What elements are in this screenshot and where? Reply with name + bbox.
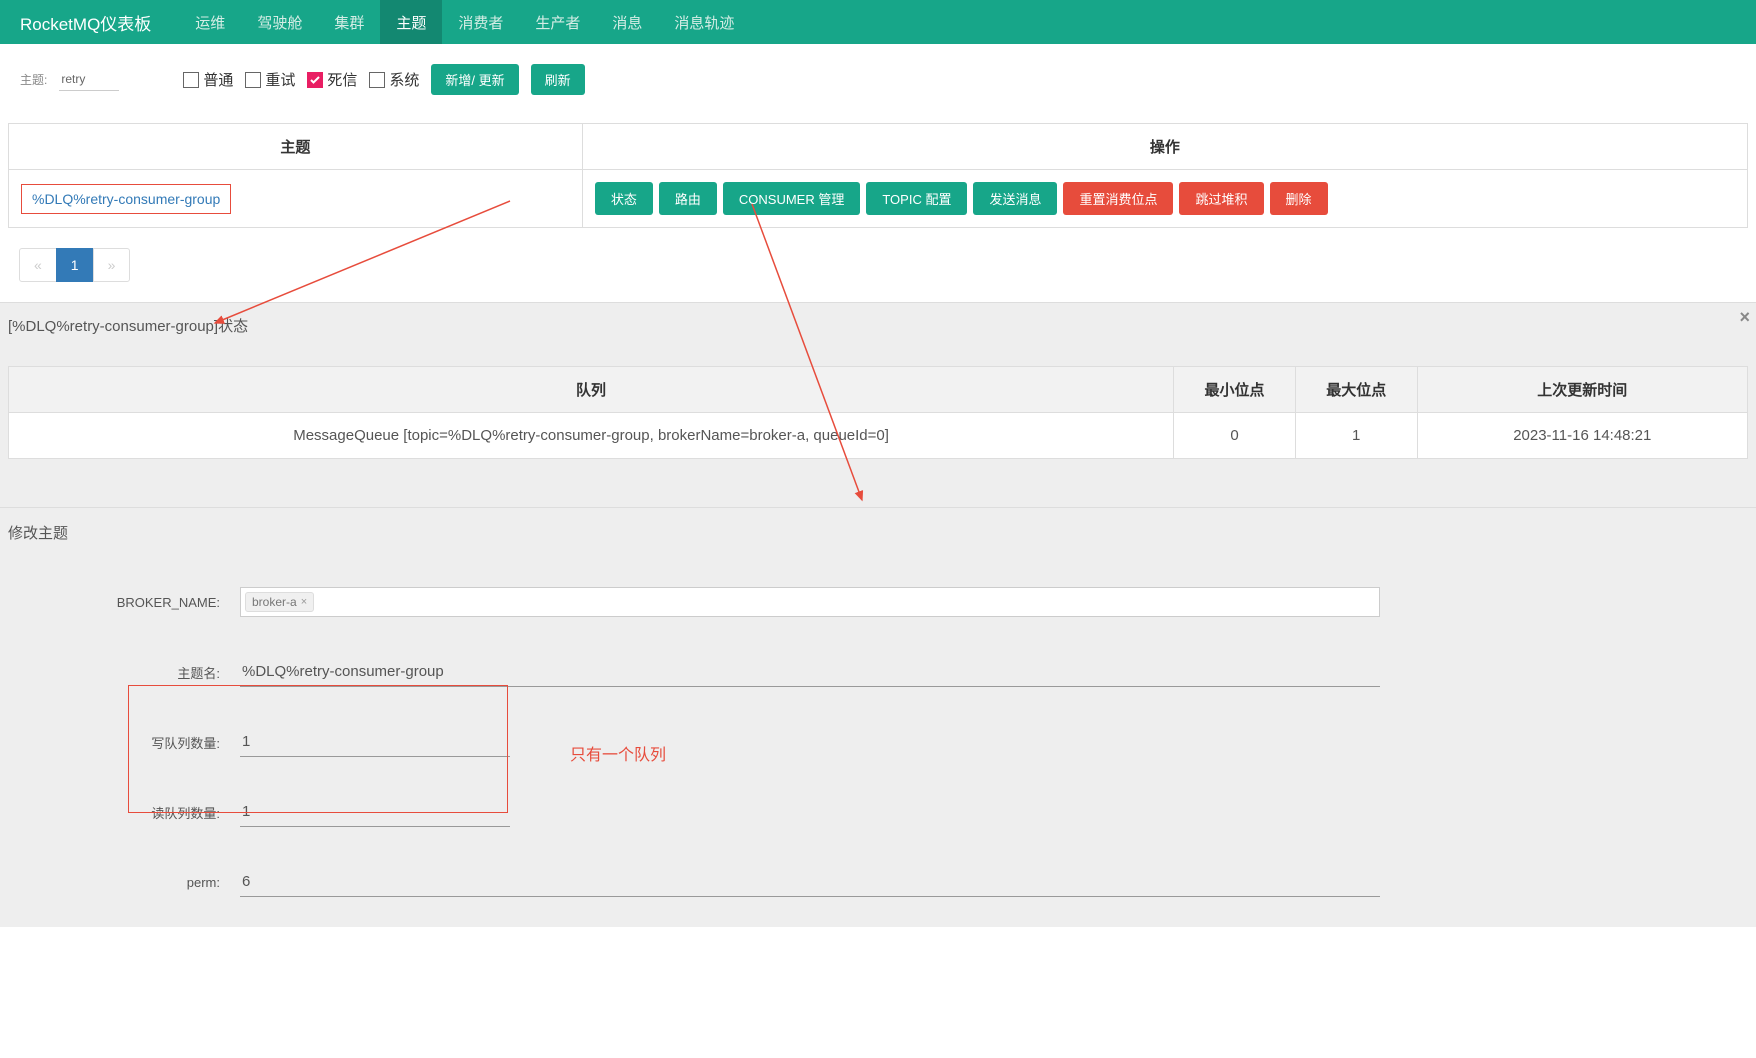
broker-name-label: BROKER_NAME: bbox=[20, 595, 240, 610]
checkbox-system[interactable]: 系统 bbox=[369, 69, 419, 90]
route-button[interactable]: 路由 bbox=[659, 182, 717, 215]
delete-button[interactable]: 删除 bbox=[1270, 182, 1328, 215]
checkbox-dlq[interactable]: 死信 bbox=[307, 69, 357, 90]
checkbox-icon bbox=[369, 72, 385, 88]
add-update-button[interactable]: 新增/ 更新 bbox=[431, 64, 518, 95]
chip-label: broker-a bbox=[252, 595, 297, 609]
broker-name-input[interactable]: broker-a × bbox=[240, 587, 1380, 617]
checkbox-icon bbox=[183, 72, 199, 88]
ops-buttons: 状态 路由 CONSUMER 管理 TOPIC 配置 发送消息 重置消费位点 跳… bbox=[595, 182, 1735, 215]
chip-close-icon[interactable]: × bbox=[301, 596, 307, 608]
nav-dashboard[interactable]: 驾驶舱 bbox=[241, 0, 318, 44]
perm-input[interactable] bbox=[240, 867, 1380, 897]
nav-ops[interactable]: 运维 bbox=[179, 0, 241, 44]
status-row: MessageQueue [topic=%DLQ%retry-consumer-… bbox=[9, 413, 1748, 459]
nav-message-trace[interactable]: 消息轨迹 bbox=[658, 0, 750, 44]
topic-name-label: 主题名: bbox=[20, 663, 240, 682]
col-max: 最大位点 bbox=[1295, 367, 1417, 413]
checkbox-label: 死信 bbox=[327, 69, 357, 90]
cell-queue: MessageQueue [topic=%DLQ%retry-consumer-… bbox=[9, 413, 1174, 459]
col-time: 上次更新时间 bbox=[1417, 367, 1747, 413]
cell-max: 1 bbox=[1295, 413, 1417, 459]
nav-cluster[interactable]: 集群 bbox=[318, 0, 380, 44]
navbar: RocketMQ仪表板 运维 驾驶舱 集群 主题 消费者 生产者 消息 消息轨迹 bbox=[0, 0, 1756, 44]
col-topic: 主题 bbox=[9, 124, 583, 170]
checkbox-icon bbox=[307, 72, 323, 88]
broker-chip: broker-a × bbox=[245, 592, 314, 612]
status-table: 队列 最小位点 最大位点 上次更新时间 MessageQueue [topic=… bbox=[8, 366, 1748, 459]
navbar-brand: RocketMQ仪表板 bbox=[12, 10, 159, 35]
col-ops: 操作 bbox=[582, 124, 1747, 170]
cell-time: 2023-11-16 14:48:21 bbox=[1417, 413, 1747, 459]
reset-offset-button[interactable]: 重置消费位点 bbox=[1063, 182, 1173, 215]
consumer-manage-button[interactable]: CONSUMER 管理 bbox=[723, 182, 860, 215]
annotation-box bbox=[128, 685, 508, 813]
refresh-button[interactable]: 刷新 bbox=[531, 64, 585, 95]
cell-min: 0 bbox=[1174, 413, 1296, 459]
skip-accumulate-button[interactable]: 跳过堆积 bbox=[1179, 182, 1263, 215]
filter-bar: 主题: 普通 重试 死信 系统 新增/ 更新 刷新 bbox=[0, 44, 1756, 105]
page-prev[interactable]: « bbox=[19, 248, 57, 282]
table-row: %DLQ%retry-consumer-group 状态 路由 CONSUMER… bbox=[9, 170, 1748, 228]
filter-label: 主题: bbox=[20, 71, 47, 88]
close-icon[interactable]: × bbox=[1739, 307, 1750, 328]
checkbox-icon bbox=[245, 72, 261, 88]
topic-table: 主题 操作 %DLQ%retry-consumer-group 状态 路由 CO… bbox=[8, 123, 1748, 228]
pagination: « 1 » bbox=[20, 248, 1736, 282]
status-button[interactable]: 状态 bbox=[595, 182, 653, 215]
status-section: × [%DLQ%retry-consumer-group]状态 队列 最小位点 … bbox=[0, 302, 1756, 507]
nav-topic[interactable]: 主题 bbox=[380, 0, 442, 44]
page-next[interactable]: » bbox=[93, 248, 131, 282]
col-min: 最小位点 bbox=[1174, 367, 1296, 413]
topic-link[interactable]: %DLQ%retry-consumer-group bbox=[21, 184, 231, 214]
checkbox-normal[interactable]: 普通 bbox=[183, 69, 233, 90]
checkbox-label: 普通 bbox=[203, 69, 233, 90]
send-message-button[interactable]: 发送消息 bbox=[973, 182, 1057, 215]
annotation-text: 只有一个队列 bbox=[570, 741, 666, 765]
nav-consumer[interactable]: 消费者 bbox=[442, 0, 519, 44]
modify-form: BROKER_NAME: broker-a × 主题名: 写队列数量: 读队列数… bbox=[0, 557, 1756, 927]
modify-title: 修改主题 bbox=[0, 507, 1756, 557]
checkbox-label: 重试 bbox=[265, 69, 295, 90]
topic-name-input[interactable] bbox=[240, 657, 1380, 687]
nav-producer[interactable]: 生产者 bbox=[519, 0, 596, 44]
status-title: [%DLQ%retry-consumer-group]状态 bbox=[0, 303, 1756, 348]
checkbox-label: 系统 bbox=[389, 69, 419, 90]
page-1[interactable]: 1 bbox=[56, 248, 94, 282]
perm-label: perm: bbox=[20, 875, 240, 890]
nav-message[interactable]: 消息 bbox=[596, 0, 658, 44]
checkbox-retry[interactable]: 重试 bbox=[245, 69, 295, 90]
col-queue: 队列 bbox=[9, 367, 1174, 413]
filter-input[interactable] bbox=[59, 68, 119, 91]
topic-config-button[interactable]: TOPIC 配置 bbox=[866, 182, 967, 215]
